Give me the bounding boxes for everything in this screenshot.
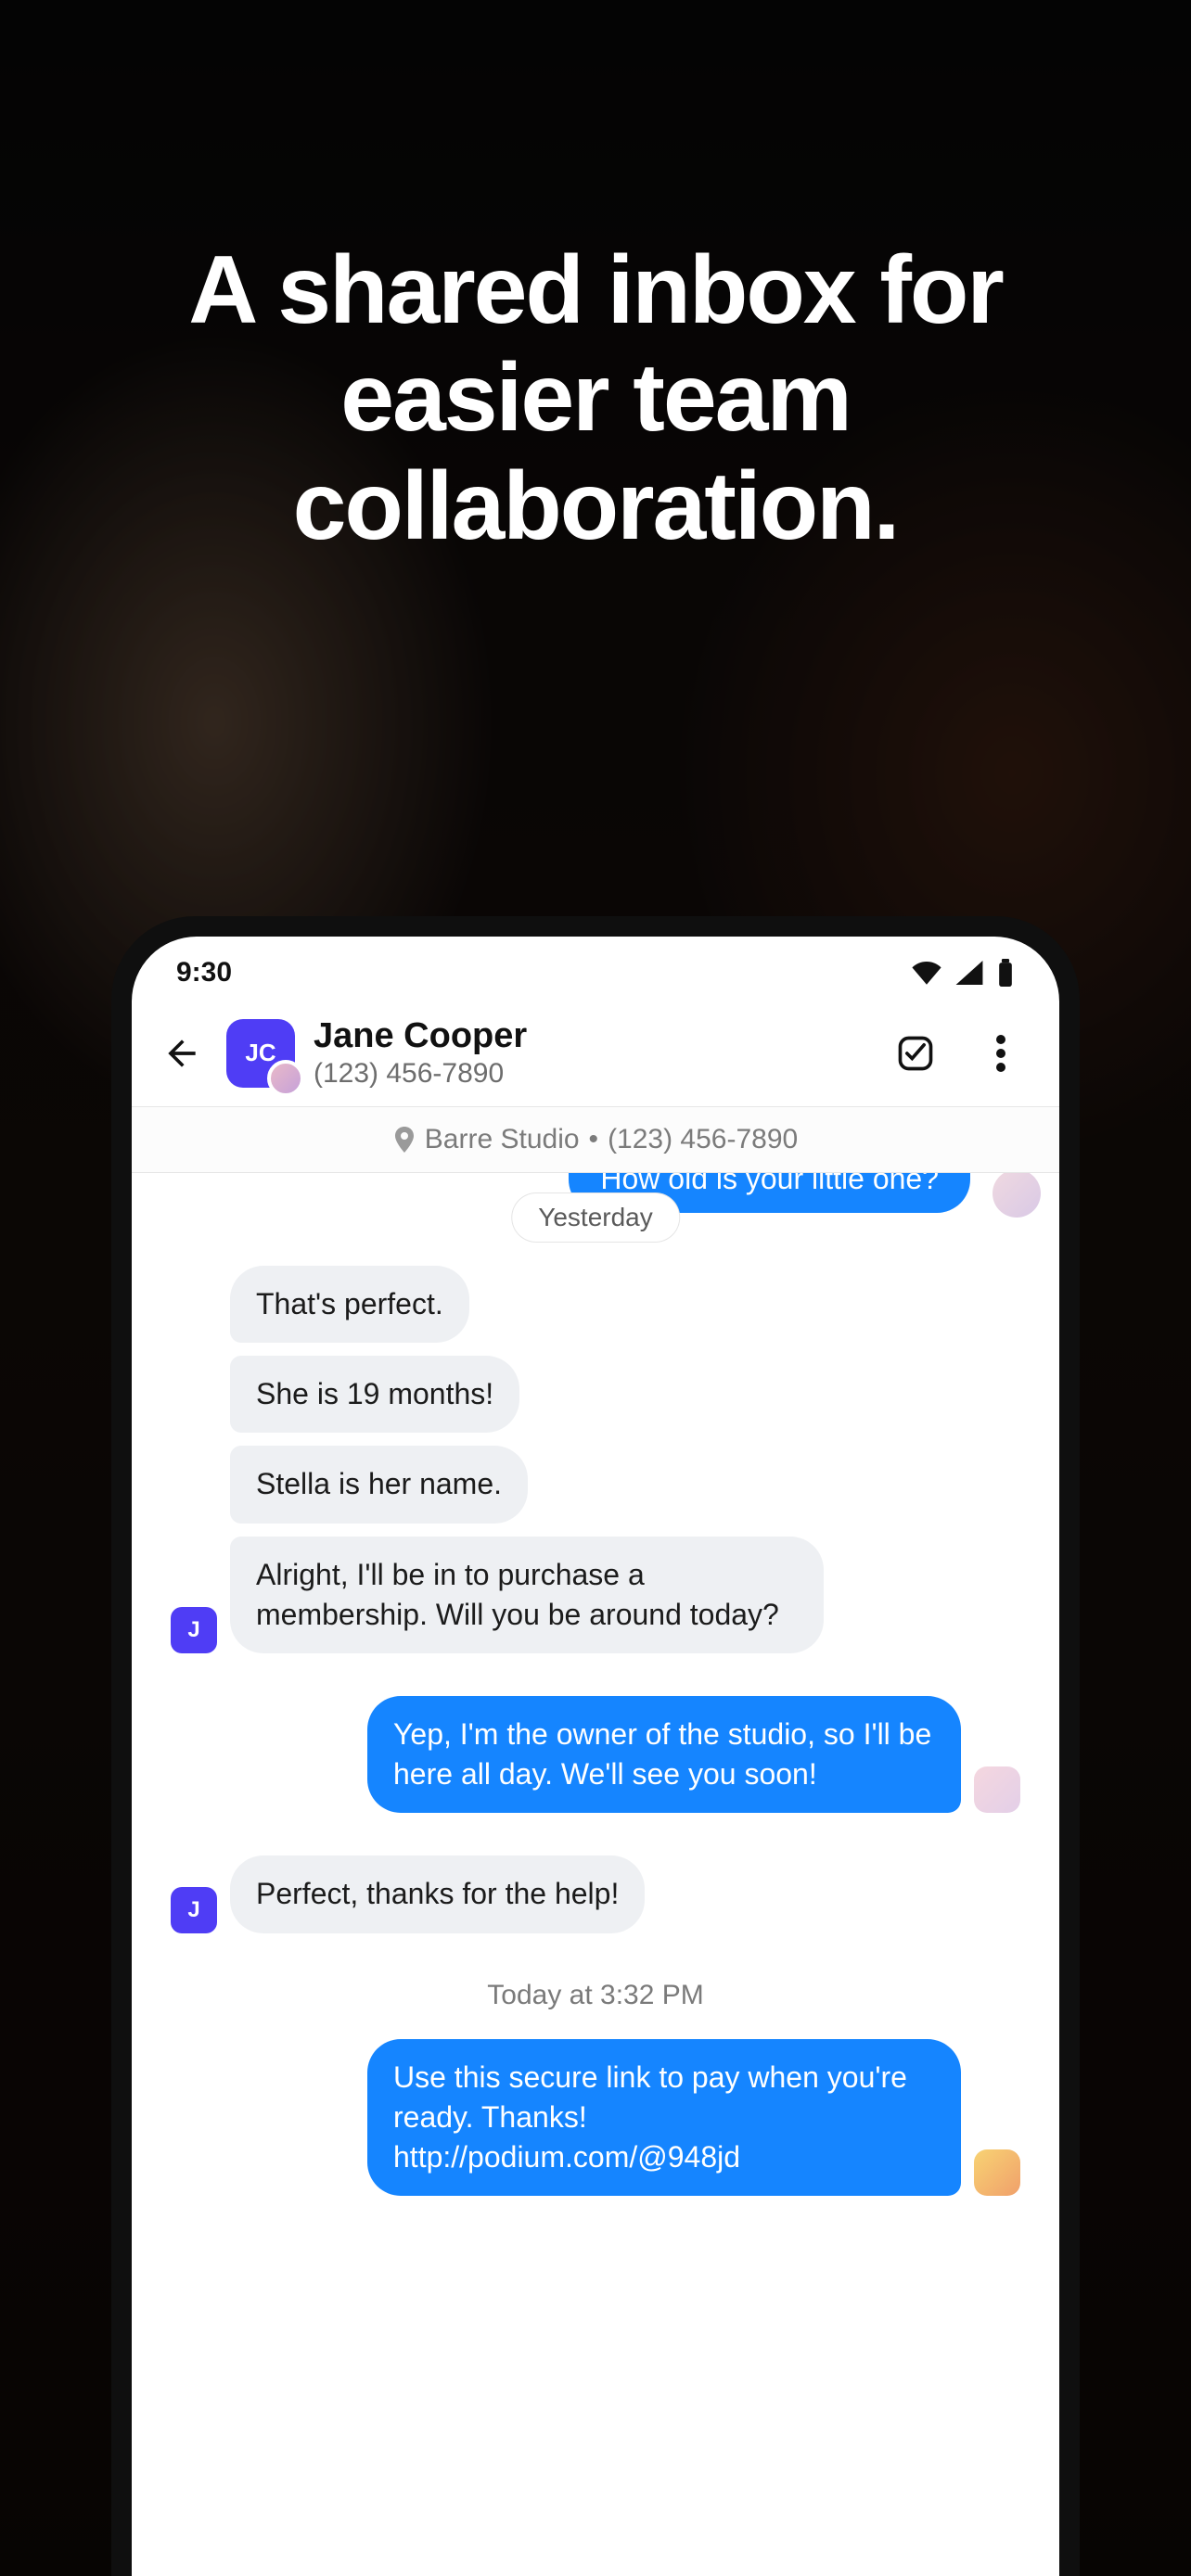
incoming-message-row[interactable]: J Alright, I'll be in to purchase a memb… [158,1537,1033,1653]
message-bubble: Yep, I'm the owner of the studio, so I'l… [367,1696,961,1813]
location-bar[interactable]: Barre Studio • (123) 456-7890 [132,1106,1059,1173]
status-time: 9:30 [176,957,232,988]
contact-avatar-small: J [171,1887,217,1933]
incoming-message-row[interactable]: She is 19 months! [158,1356,1033,1433]
incoming-message-row[interactable]: That's perfect. [158,1266,1033,1343]
contact-phone: (123) 456-7890 [314,1058,872,1090]
sender-avatar-small [974,1766,1020,1813]
battery-icon [996,959,1015,987]
incoming-message-row[interactable]: Stella is her name. [158,1446,1033,1523]
conversation-header: JC Jane Cooper (123) 456-7890 [132,1009,1059,1106]
location-pin-icon [393,1127,416,1153]
location-phone: (123) 456-7890 [608,1124,798,1155]
date-separator: Yesterday [512,1193,679,1242]
mark-done-button[interactable] [890,1028,941,1078]
phone-screen: 9:30 JC [132,937,1059,2576]
location-separator: • [589,1124,599,1155]
back-arrow-icon [161,1033,202,1074]
status-bar: 9:30 [132,937,1059,1009]
location-business: Barre Studio [425,1124,580,1155]
phone-frame: 9:30 JC [111,916,1080,2576]
more-vertical-icon [996,1035,1005,1072]
incoming-message-row[interactable]: J Perfect, thanks for the help! [158,1855,1033,1932]
contact-name: Jane Cooper [314,1016,872,1056]
assignee-avatar [267,1060,304,1097]
contact-avatar-small: J [171,1607,217,1653]
checkbox-icon [895,1033,936,1074]
outgoing-message-row[interactable]: Use this secure link to pay when you're … [158,2039,1033,2197]
marketing-headline: A shared inbox for easier team collabora… [0,236,1191,560]
message-bubble: Stella is her name. [230,1446,528,1523]
time-separator: Today at 3:32 PM [158,1980,1033,2011]
message-bubble: She is 19 months! [230,1356,519,1433]
outgoing-message-row[interactable]: Yep, I'm the owner of the studio, so I'l… [158,1696,1033,1813]
sender-avatar-small [974,2149,1020,2196]
wifi-icon [911,961,942,985]
contact-info[interactable]: Jane Cooper (123) 456-7890 [314,1016,872,1090]
more-menu-button[interactable] [976,1028,1026,1078]
message-bubble: That's perfect. [230,1266,469,1343]
cell-signal-icon [955,961,983,985]
back-button[interactable] [156,1027,208,1079]
message-thread[interactable]: How old is your little one? Yesterday Th… [132,1173,1059,2576]
sender-avatar [992,1173,1041,1218]
message-bubble: Perfect, thanks for the help! [230,1855,645,1932]
contact-avatar[interactable]: JC [226,1019,295,1088]
message-bubble: Alright, I'll be in to purchase a member… [230,1537,824,1653]
message-bubble: Use this secure link to pay when you're … [367,2039,961,2197]
